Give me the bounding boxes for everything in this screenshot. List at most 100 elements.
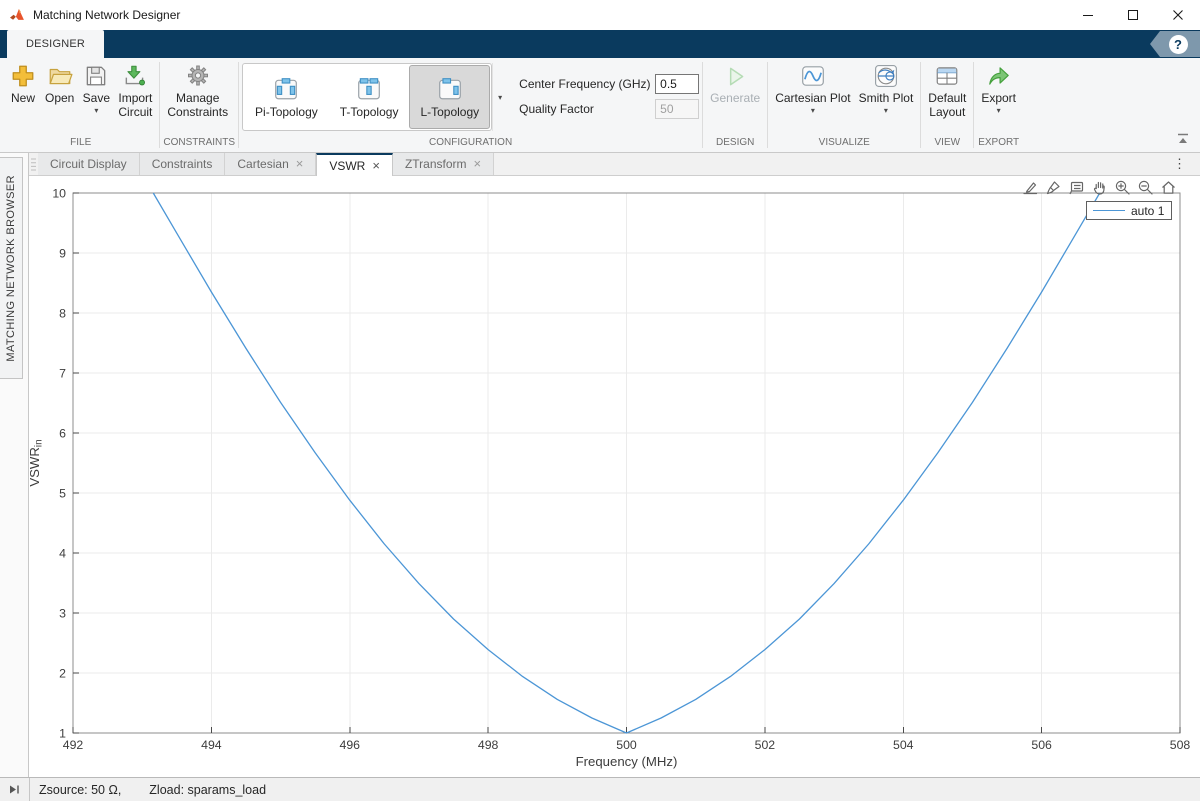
section-constraints: Manage Constraints CONSTRAINTS: [160, 58, 238, 152]
open-button[interactable]: Open: [41, 61, 78, 107]
tab-designer[interactable]: DESIGNER: [7, 30, 104, 58]
new-plus-icon: [12, 65, 34, 87]
section-caption-configuration: CONFIGURATION: [429, 137, 513, 148]
legend-line-sample: [1093, 210, 1125, 211]
configuration-fields: Center Frequency (GHz) Quality Factor: [519, 74, 700, 119]
grip-icon: [31, 158, 36, 171]
pan-icon[interactable]: [1090, 178, 1108, 196]
y-tick-label: 4: [59, 546, 66, 560]
close-icon[interactable]: ×: [372, 159, 380, 172]
status-texts: Zsource: 50 Ω, Zload: sparams_load: [29, 778, 1200, 801]
manage-constraints-button[interactable]: Manage Constraints: [163, 61, 232, 121]
tab-constraints[interactable]: Constraints: [139, 153, 226, 175]
cartesian-plot-button[interactable]: Cartesian Plot ▾: [771, 61, 854, 117]
center-frequency-field[interactable]: [655, 74, 700, 94]
panel-grip[interactable]: [29, 153, 38, 175]
save-button[interactable]: Save ▾: [78, 61, 114, 117]
window-title: Matching Network Designer: [33, 8, 181, 22]
x-axis-label: Frequency (MHz): [576, 754, 678, 769]
collapse-ribbon-button[interactable]: [1175, 131, 1191, 149]
home-icon[interactable]: [1159, 178, 1177, 196]
section-export: Export ▾ EXPORT: [974, 58, 1023, 152]
browser-tab-label: MATCHING NETWORK BROWSER: [5, 174, 17, 362]
section-caption-view: VIEW: [934, 137, 961, 148]
cartesian-plot-icon: [802, 66, 824, 86]
close-window-button[interactable]: [1155, 0, 1200, 30]
expand-panel-icon: [10, 785, 19, 794]
import-icon: [125, 65, 146, 86]
legend[interactable]: auto 1: [1086, 201, 1172, 220]
zoom-in-icon[interactable]: [1113, 178, 1131, 196]
topology-group: Pi-Topology T-Topology L-Topology: [242, 63, 493, 131]
legend-label: auto 1: [1131, 203, 1165, 218]
quality-factor-label: Quality Factor: [519, 102, 594, 116]
y-tick-label: 5: [59, 486, 66, 500]
topology-gallery-dropdown[interactable]: ▾: [492, 63, 507, 131]
close-icon[interactable]: ×: [474, 157, 482, 170]
export-button[interactable]: Export ▾: [977, 61, 1020, 117]
workspace: MATCHING NETWORK BROWSER Circuit Display…: [0, 153, 1200, 777]
minimize-button[interactable]: [1065, 0, 1110, 30]
pi-topology-button[interactable]: Pi-Topology: [244, 65, 329, 129]
export-icon[interactable]: [1021, 178, 1039, 196]
smith-plot-button[interactable]: Smith Plot ▾: [855, 61, 918, 117]
y-tick-label: 7: [59, 366, 66, 380]
y-tick-label: 8: [59, 306, 66, 320]
section-caption-export: EXPORT: [978, 137, 1020, 148]
default-layout-icon: [936, 67, 958, 85]
zoom-out-icon[interactable]: [1136, 178, 1154, 196]
section-design: Generate DESIGN: [703, 58, 767, 152]
matlab-logo-icon: [9, 7, 25, 23]
tab-vswr[interactable]: VSWR ×: [316, 153, 393, 176]
toolstrip: New Open Save ▾ Import Circuit FILE Mana…: [0, 58, 1200, 153]
section-caption-visualize: VISUALIZE: [818, 137, 870, 148]
save-floppy-icon: [87, 66, 106, 86]
export-arrow-icon: [988, 67, 1009, 85]
tab-circuit-display[interactable]: Circuit Display: [38, 153, 140, 175]
x-tick-label: 502: [755, 738, 776, 752]
ribbon-tab-strip: DESIGNER ?: [0, 30, 1200, 58]
y-tick-label: 10: [52, 186, 66, 200]
x-tick-label: 496: [339, 738, 360, 752]
maximize-button[interactable]: [1110, 0, 1155, 30]
datatips-icon[interactable]: [1067, 178, 1085, 196]
t-topology-button[interactable]: T-Topology: [329, 65, 410, 129]
close-icon[interactable]: ×: [296, 157, 304, 170]
tab-options-kebab[interactable]: ⋮: [1159, 153, 1200, 175]
y-tick-label: 2: [59, 666, 66, 680]
x-tick-label: 498: [478, 738, 499, 752]
y-axis-label: VSWRin: [29, 439, 45, 486]
vswr-plot-canvas[interactable]: 492 494 496 498 500 502 504 506 50812345678910Fr…: [29, 176, 1200, 777]
tab-ztransform[interactable]: ZTransform ×: [392, 153, 495, 175]
chevron-down-icon: ▾: [883, 106, 888, 115]
generate-play-icon: [730, 67, 744, 86]
l-topology-icon: [438, 77, 461, 99]
matching-network-browser-tab[interactable]: MATCHING NETWORK BROWSER: [0, 157, 23, 379]
default-layout-button[interactable]: Default Layout: [924, 61, 970, 121]
x-tick-label: 500: [616, 738, 637, 752]
section-configuration: Pi-Topology T-Topology L-Topology ▾ Cent…: [239, 58, 702, 152]
section-caption-design: DESIGN: [716, 137, 755, 148]
y-tick-label: 1: [59, 726, 66, 740]
import-circuit-button[interactable]: Import Circuit: [114, 61, 156, 121]
brush-icon[interactable]: [1044, 178, 1062, 196]
left-rail: MATCHING NETWORK BROWSER: [0, 153, 29, 777]
l-topology-button[interactable]: L-Topology: [409, 65, 491, 129]
y-tick-label: 6: [59, 426, 66, 440]
tab-cartesian[interactable]: Cartesian ×: [225, 153, 317, 175]
chevron-down-icon: ▾: [996, 106, 1001, 115]
help-button[interactable]: ?: [1150, 31, 1200, 57]
pi-topology-icon: [275, 77, 298, 99]
document-tabbar: Circuit Display Constraints Cartesian × …: [29, 153, 1200, 176]
x-tick-label: 506: [1031, 738, 1052, 752]
x-tick-label: 504: [893, 738, 914, 752]
section-file: New Open Save ▾ Import Circuit FILE: [2, 58, 159, 152]
new-button[interactable]: New: [5, 61, 41, 107]
smith-plot-icon: [874, 65, 897, 87]
expand-panel-button[interactable]: [0, 778, 29, 801]
titlebar: Matching Network Designer: [0, 0, 1200, 30]
y-tick-label: 9: [59, 246, 66, 260]
app-window: Matching Network Designer DESIGNER ? New…: [0, 0, 1200, 801]
zsource-status: Zsource: 50 Ω,: [39, 782, 122, 797]
x-tick-label: 494: [201, 738, 222, 752]
